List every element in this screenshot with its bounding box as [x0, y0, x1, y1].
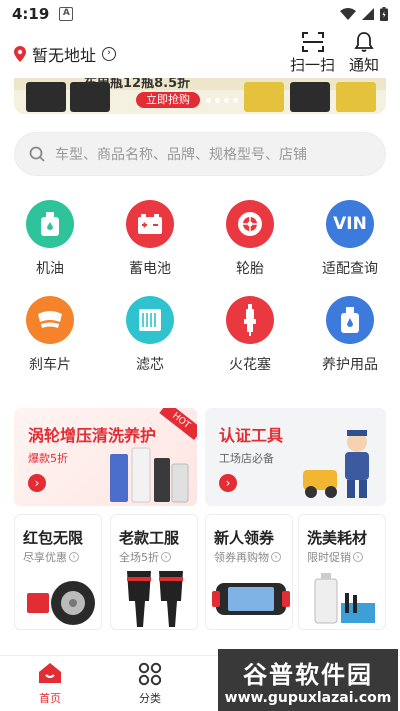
tire-product-image [27, 581, 95, 625]
card-subtitle: 领券再购物 › [214, 549, 281, 565]
diagnostic-device-image [212, 583, 290, 615]
tab-label: 首页 [39, 692, 61, 705]
category-battery[interactable]: 蓄电池 [110, 200, 190, 278]
wifi-icon [340, 8, 356, 20]
promo-certified-tools[interactable]: 认证工具 工场店必备 › [205, 408, 386, 506]
category-label: 适配查询 [322, 261, 378, 277]
brake-pad-icon [26, 296, 74, 344]
banner-cta-button[interactable]: 立即抢购 [136, 92, 200, 108]
location-text: 暂无地址 [32, 46, 97, 65]
category-label: 蓄电池 [129, 261, 171, 277]
tab-category[interactable]: 分类 [120, 662, 180, 706]
carousel-dots [206, 98, 238, 103]
card-subtitle-text: 限时促销 [307, 551, 351, 564]
mechanic-illustration-image [303, 430, 369, 498]
location-pin-icon [14, 46, 26, 62]
card-red-packet[interactable]: 红包无限 尽享优惠 › [14, 514, 102, 630]
banner-product-image [290, 82, 330, 112]
category-label: 滤芯 [136, 357, 164, 373]
battery-icon [126, 200, 174, 248]
banner-product-image [244, 82, 284, 112]
category-oil[interactable]: 机油 [10, 200, 90, 278]
search-icon [29, 146, 45, 162]
signal-icon [362, 8, 374, 20]
chevron-right-icon: › [353, 552, 363, 562]
status-time: 4:19 [12, 5, 50, 23]
category-filter[interactable]: 滤芯 [110, 296, 190, 374]
category-vin-lookup[interactable]: VIN 适配查询 [310, 200, 390, 278]
scan-button[interactable]: 扫一扫 [290, 32, 335, 75]
arrow-right-icon: › [219, 474, 237, 492]
promo-title: 涡轮增压清洗养护 [28, 426, 157, 445]
cleaner-products-image [110, 447, 189, 503]
scan-label: 扫一扫 [290, 56, 336, 74]
chevron-right-icon: › [69, 552, 79, 562]
care-bottle-icon [326, 296, 374, 344]
battery-status-icon [380, 7, 388, 21]
filter-icon [126, 296, 174, 344]
category-label: 刹车片 [29, 357, 71, 373]
watermark-title: 谷普软件园 [243, 660, 373, 689]
promo-banner[interactable]: 车电瓶12瓶8.5折 立即抢购 [14, 78, 386, 114]
chevron-right-icon: › [161, 552, 171, 562]
tab-label: 分类 [139, 692, 161, 705]
category-tire[interactable]: 轮胎 [210, 200, 290, 278]
card-title: 洗美耗材 [307, 529, 368, 547]
car-wash-products-image [314, 573, 375, 624]
status-bar: 4:19 A [0, 0, 400, 28]
promo-subtitle: 爆款5折 [28, 452, 68, 465]
banner-product-image [336, 82, 376, 112]
banner-product-image [26, 82, 66, 112]
vin-icon: VIN [326, 200, 374, 248]
uniform-product-image [127, 571, 183, 627]
home-icon [39, 663, 61, 683]
tab-home[interactable]: 首页 [20, 662, 80, 706]
top-bar: 暂无地址 › 扫一扫 通知 [0, 28, 400, 78]
card-title: 老款工服 [119, 529, 180, 547]
oil-icon [26, 200, 74, 248]
card-subtitle-text: 尽享优惠 [23, 551, 67, 564]
status-icons [340, 7, 388, 21]
promo-subtitle: 工场店必备 [219, 452, 274, 465]
search-placeholder: 车型、商品名称、品牌、规格型号、店铺 [55, 147, 307, 163]
category-label: 养护用品 [322, 357, 378, 373]
watermark-url: www.gupuxlazai.com [224, 689, 392, 706]
chevron-right-icon: › [271, 552, 281, 562]
category-care-products[interactable]: 养护用品 [310, 296, 390, 374]
category-label: 火花塞 [229, 357, 271, 373]
arrow-right-icon: › [28, 474, 46, 492]
chevron-right-icon: › [102, 47, 117, 61]
card-wash-supplies[interactable]: 洗美耗材 限时促销 › [298, 514, 386, 630]
category-spark-plug[interactable]: 火花塞 [210, 296, 290, 374]
promo-title: 认证工具 [219, 426, 284, 445]
tire-icon [226, 200, 274, 248]
card-subtitle-text: 领券再购物 [214, 551, 269, 564]
promo-turbo-cleaning[interactable]: 涡轮增压清洗养护 爆款5折 › HOT [14, 408, 197, 506]
card-subtitle: 尽享优惠 › [23, 549, 79, 565]
card-subtitle-text: 全场5折 [119, 551, 159, 564]
bell-icon [354, 32, 374, 52]
notify-button[interactable]: 通知 [349, 32, 379, 75]
hot-badge: HOT [159, 408, 197, 441]
category-label: 机油 [36, 261, 64, 277]
banner-product-image [70, 82, 110, 112]
card-title: 红包无限 [23, 529, 84, 547]
card-title: 新人领券 [214, 529, 275, 547]
card-subtitle: 限时促销 › [307, 549, 363, 565]
category-grid-icon [138, 662, 162, 686]
category-label: 轮胎 [236, 261, 264, 277]
spark-plug-icon [226, 296, 274, 344]
category-brake-pad[interactable]: 刹车片 [10, 296, 90, 374]
notify-label: 通知 [349, 56, 380, 74]
notification-badge-icon: A [59, 7, 74, 21]
search-bar[interactable]: 车型、商品名称、品牌、规格型号、店铺 [14, 132, 386, 176]
card-old-uniform[interactable]: 老款工服 全场5折 › [110, 514, 198, 630]
scan-icon [301, 32, 324, 52]
location-selector[interactable]: 暂无地址 › [14, 42, 117, 66]
card-new-user-coupon[interactable]: 新人领券 领券再购物 › [205, 514, 293, 630]
watermark: 谷普软件园 www.gupuxlazai.com [218, 649, 398, 711]
card-subtitle: 全场5折 › [119, 549, 171, 565]
